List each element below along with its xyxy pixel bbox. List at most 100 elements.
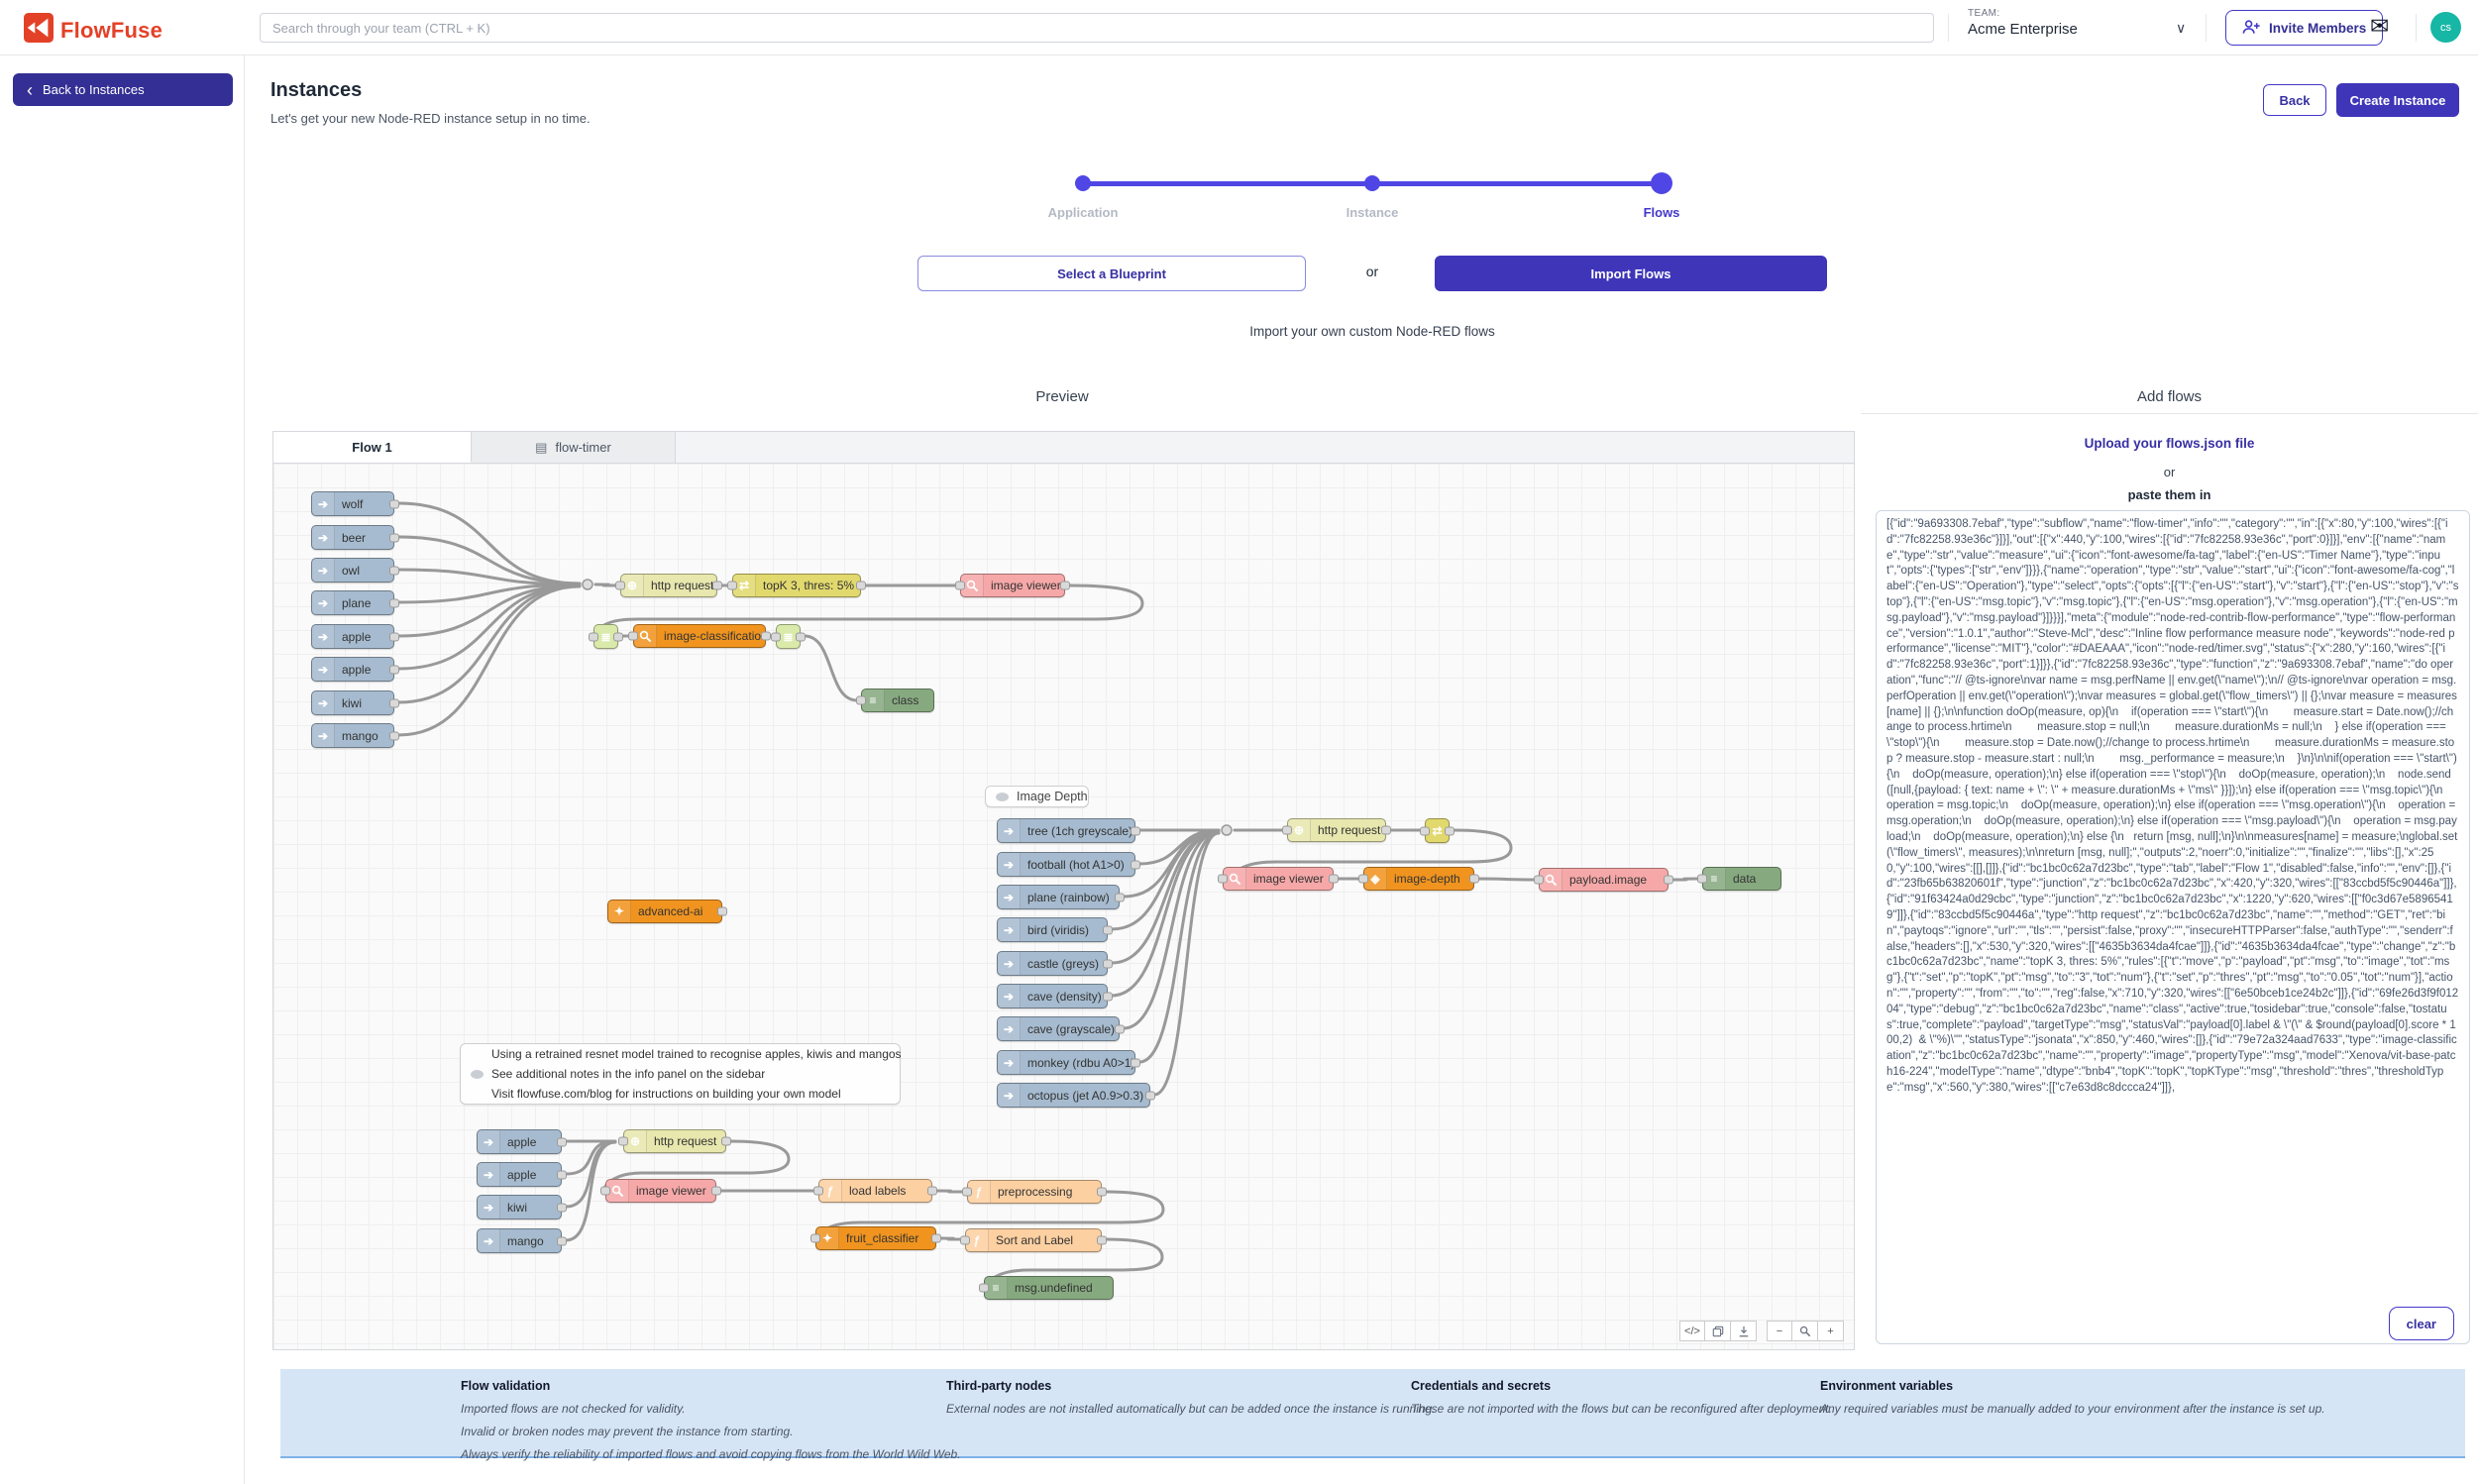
flow-node-image-viewer[interactable]: image viewer xyxy=(605,1179,716,1203)
flow-node-preprocessing[interactable]: ƒpreprocessing xyxy=(967,1180,1102,1204)
output-port[interactable] xyxy=(1115,1024,1125,1033)
output-port[interactable] xyxy=(1664,876,1673,885)
flow-comment-node[interactable]: Image Depth xyxy=(985,786,1089,807)
step-dot-flows[interactable] xyxy=(1651,172,1672,194)
output-port[interactable] xyxy=(1145,1091,1155,1100)
output-port[interactable] xyxy=(1131,1058,1140,1067)
input-port[interactable] xyxy=(1358,875,1368,884)
flow-node-subsm[interactable]: ≣ xyxy=(776,624,801,649)
import-flows-button[interactable]: Import Flows xyxy=(1435,256,1827,291)
input-port[interactable] xyxy=(628,632,638,641)
flow-node-apple[interactable]: ➔apple xyxy=(477,1162,562,1187)
flow-node-plane[interactable]: ➔plane xyxy=(311,590,394,615)
output-port[interactable] xyxy=(1097,1236,1107,1245)
flow-node-castle-greys-[interactable]: ➔castle (greys) xyxy=(997,951,1108,976)
flow-node-payload-image[interactable]: payload.image xyxy=(1539,868,1669,892)
output-port[interactable] xyxy=(1097,1188,1107,1197)
input-port[interactable] xyxy=(727,582,737,590)
canvas-toolbar-code-icon[interactable]: </> xyxy=(1679,1321,1705,1341)
flow-node-kiwi[interactable]: ➔kiwi xyxy=(311,690,394,715)
output-port[interactable] xyxy=(1115,893,1125,901)
flow-comment-node[interactable]: Using a retrained resnet model trained t… xyxy=(460,1043,901,1105)
canvas-toolbar-download-icon[interactable] xyxy=(1731,1321,1757,1341)
flow-node-cave-density-[interactable]: ➔cave (density) xyxy=(997,984,1108,1008)
output-port[interactable] xyxy=(613,632,623,641)
flow-node-fruit-classifier[interactable]: ✦fruit_classifier xyxy=(815,1226,936,1250)
output-port[interactable] xyxy=(761,632,771,641)
input-port[interactable] xyxy=(589,632,598,641)
flow-node-class[interactable]: ≡class xyxy=(861,689,934,712)
output-port[interactable] xyxy=(1329,875,1339,884)
flow-node-subsm[interactable]: ≣ xyxy=(593,624,618,649)
search-input[interactable] xyxy=(260,13,1934,43)
output-port[interactable] xyxy=(927,1187,937,1196)
flow-node-image-viewer[interactable]: image viewer xyxy=(1223,867,1334,891)
output-port[interactable] xyxy=(1131,826,1140,835)
input-port[interactable] xyxy=(810,1234,820,1243)
flow-node-apple[interactable]: ➔apple xyxy=(477,1129,562,1154)
flow-node-http-request[interactable]: ⊕http request xyxy=(620,574,717,597)
input-port[interactable] xyxy=(1420,826,1430,835)
output-port[interactable] xyxy=(389,632,399,641)
flows-json-textarea[interactable] xyxy=(1876,510,2470,1344)
flow-canvas[interactable]: ➔wolf ➔beer ➔owl ➔plane ➔apple ➔apple ➔kiwi ➔ma… xyxy=(272,464,1855,1350)
flow-node-http-request[interactable]: ⊕http request xyxy=(623,1129,726,1153)
flow-node-load-labels[interactable]: ƒload labels xyxy=(818,1179,932,1203)
output-port[interactable] xyxy=(389,731,399,740)
select-blueprint-button[interactable]: Select a Blueprint xyxy=(917,256,1306,291)
output-port[interactable] xyxy=(389,665,399,674)
flow-node-mango[interactable]: ➔mango xyxy=(477,1228,562,1253)
step-dot-application[interactable] xyxy=(1075,175,1091,191)
output-port[interactable] xyxy=(557,1236,567,1245)
output-port[interactable] xyxy=(1131,860,1140,869)
output-port[interactable] xyxy=(717,907,727,916)
flowfuse-logo[interactable]: FlowFuse xyxy=(24,13,162,48)
output-port[interactable] xyxy=(721,1137,731,1146)
output-port[interactable] xyxy=(557,1170,567,1179)
input-port[interactable] xyxy=(960,1236,970,1245)
flow-node-plane-rainbow-[interactable]: ➔plane (rainbow) xyxy=(997,885,1120,909)
flow-node-http-request[interactable]: ⊕http request xyxy=(1287,818,1386,842)
flow-node-bird-viridis-[interactable]: ➔bird (viridis) xyxy=(997,917,1108,942)
flow-node-image-viewer[interactable]: image viewer xyxy=(960,574,1065,597)
output-port[interactable] xyxy=(1469,875,1479,884)
output-port[interactable] xyxy=(389,698,399,707)
output-port[interactable] xyxy=(711,1187,721,1196)
output-port[interactable] xyxy=(1103,959,1113,968)
output-port[interactable] xyxy=(712,582,722,590)
flow-node-owl[interactable]: ➔owl xyxy=(311,558,394,583)
back-to-instances-button[interactable]: ‹ Back to Instances xyxy=(13,73,233,106)
output-port[interactable] xyxy=(1060,582,1070,590)
canvas-toolbar-copy-icon[interactable] xyxy=(1705,1321,1731,1341)
input-port[interactable] xyxy=(1697,875,1707,884)
output-port[interactable] xyxy=(389,499,399,508)
flow-node-mango[interactable]: ➔mango xyxy=(311,723,394,748)
step-dot-instance[interactable] xyxy=(1364,175,1380,191)
input-port[interactable] xyxy=(1534,876,1544,885)
input-port[interactable] xyxy=(962,1188,972,1197)
output-port[interactable] xyxy=(389,566,399,575)
output-port[interactable] xyxy=(1103,925,1113,934)
flow-node-chsm[interactable]: ⇄ xyxy=(1425,818,1450,843)
input-port[interactable] xyxy=(813,1187,823,1196)
create-instance-button[interactable]: Create Instance xyxy=(2336,83,2459,117)
output-port[interactable] xyxy=(931,1234,941,1243)
flow-junction[interactable] xyxy=(583,580,593,589)
tab-flow-1[interactable]: Flow 1 xyxy=(273,432,472,463)
flow-node-advanced-ai[interactable]: ✦advanced-ai xyxy=(607,900,722,923)
input-port[interactable] xyxy=(618,1137,628,1146)
team-selector[interactable]: TEAM: Acme Enterprise xyxy=(1968,8,2078,38)
input-port[interactable] xyxy=(615,582,625,590)
output-port[interactable] xyxy=(557,1203,567,1212)
upload-flows-link[interactable]: Upload your flows.json file xyxy=(1861,436,2478,451)
input-port[interactable] xyxy=(955,582,965,590)
input-port[interactable] xyxy=(771,632,781,641)
input-port[interactable] xyxy=(856,696,866,705)
flow-node-apple[interactable]: ➔apple xyxy=(311,657,394,682)
flow-node-kiwi[interactable]: ➔kiwi xyxy=(477,1195,562,1219)
flow-node-monkey-rdbu-a0-1-[interactable]: ➔monkey (rdbu A0>1) xyxy=(997,1050,1135,1075)
output-port[interactable] xyxy=(389,598,399,607)
flow-node-beer[interactable]: ➔beer xyxy=(311,525,394,550)
flow-node-wolf[interactable]: ➔wolf xyxy=(311,491,394,516)
output-port[interactable] xyxy=(796,632,806,641)
